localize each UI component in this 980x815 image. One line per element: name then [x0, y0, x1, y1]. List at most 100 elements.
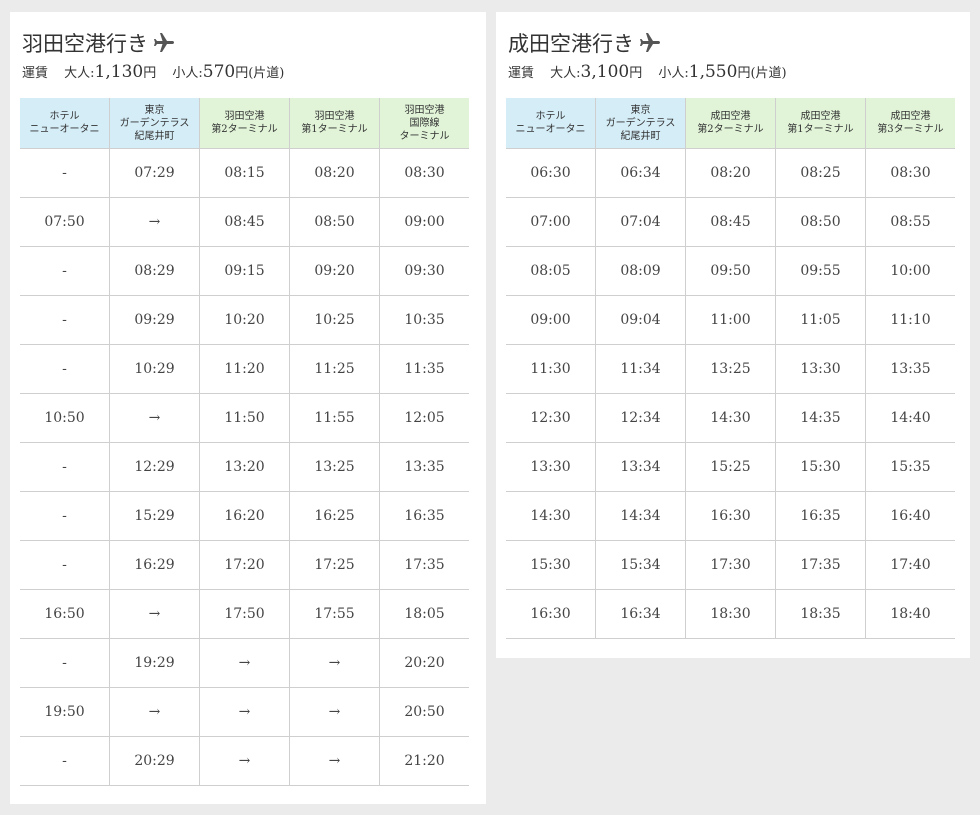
- time-cell: 16:30: [506, 589, 596, 639]
- time-cell: -: [20, 295, 110, 345]
- time-cell: 14:30: [506, 491, 596, 541]
- time-cell: -: [20, 148, 110, 198]
- table-row: 11:30 11:34 13:25 13:30 13:35: [506, 344, 955, 394]
- time-cell: 11:30: [506, 344, 596, 394]
- time-cell: 08:20: [685, 148, 776, 198]
- time-cell: 12:29: [109, 442, 200, 492]
- time-cell: 13:25: [685, 344, 776, 394]
- time-cell: →: [109, 393, 200, 443]
- time-cell: →: [199, 736, 290, 786]
- time-cell: 14:30: [685, 393, 776, 443]
- time-cell: 08:45: [685, 197, 776, 247]
- time-cell: →: [109, 589, 200, 639]
- column-header: 東京 ガーデンテラス 紀尾井町: [109, 98, 200, 149]
- time-cell: 20:29: [109, 736, 200, 786]
- oneway-label: (片道): [248, 66, 285, 81]
- time-cell: 13:25: [289, 442, 380, 492]
- column-header: 成田空港 第1ターミナル: [775, 98, 866, 149]
- table-row: 10:50 → 11:50 11:55 12:05: [20, 393, 469, 443]
- time-cell: 06:30: [506, 148, 596, 198]
- haneda-fare: 運賃 大人:1,130円 小人:570円(片道): [22, 62, 284, 82]
- time-cell: 08:50: [775, 197, 866, 247]
- time-cell: 15:30: [506, 540, 596, 590]
- time-cell: 17:25: [289, 540, 380, 590]
- column-header: 成田空港 第3ターミナル: [865, 98, 955, 149]
- airplane-icon: [640, 33, 660, 52]
- table-row: -12:29 13:20 13:25 13:35: [20, 442, 469, 492]
- time-cell: 09:20: [289, 246, 380, 296]
- oneway-label: (片道): [750, 66, 787, 81]
- table-row: -16:29 17:20 17:25 17:35: [20, 540, 469, 590]
- table-row: 15:30 15:34 17:30 17:35 17:40: [506, 540, 955, 590]
- column-header: 成田空港 第2ターミナル: [685, 98, 776, 149]
- time-cell: 09:55: [775, 246, 866, 296]
- time-cell: →: [289, 638, 380, 688]
- time-cell: 16:40: [865, 491, 955, 541]
- adult-label: 大人:: [550, 66, 581, 81]
- time-cell: 11:25: [289, 344, 380, 394]
- time-cell: →: [289, 736, 380, 786]
- time-cell: 20:20: [379, 638, 469, 688]
- time-cell: 07:04: [595, 197, 686, 247]
- time-cell: 19:29: [109, 638, 200, 688]
- time-cell: 13:30: [775, 344, 866, 394]
- time-cell: 12:34: [595, 393, 686, 443]
- fare-label: 運賃: [22, 66, 49, 81]
- child-label: 小人:: [658, 66, 689, 81]
- time-cell: 11:50: [199, 393, 290, 443]
- panel-title: 羽田空港行き: [22, 28, 176, 58]
- time-cell: 08:25: [775, 148, 866, 198]
- time-cell: 16:35: [775, 491, 866, 541]
- time-cell: 17:50: [199, 589, 290, 639]
- table-row: 13:30 13:34 15:25 15:30 15:35: [506, 442, 955, 492]
- time-cell: 10:00: [865, 246, 955, 296]
- time-cell: →: [109, 197, 200, 247]
- time-cell: 10:50: [20, 393, 110, 443]
- haneda-title: 羽田空港行き: [22, 32, 148, 56]
- time-cell: 08:15: [199, 148, 290, 198]
- table-row: 06:30 06:34 08:20 08:25 08:30: [506, 148, 955, 198]
- time-cell: 18:40: [865, 589, 955, 639]
- adult-price: 3,100: [580, 62, 630, 82]
- time-cell: 13:20: [199, 442, 290, 492]
- time-cell: 16:30: [685, 491, 776, 541]
- time-cell: 15:34: [595, 540, 686, 590]
- time-cell: -: [20, 344, 110, 394]
- time-cell: 07:50: [20, 197, 110, 247]
- time-cell: 11:34: [595, 344, 686, 394]
- table-row: 16:50 → 17:50 17:55 18:05: [20, 589, 469, 639]
- child-price: 570: [202, 62, 236, 82]
- table-row: 08:05 08:09 09:50 09:55 10:00: [506, 246, 955, 296]
- time-cell: 14:35: [775, 393, 866, 443]
- time-cell: -: [20, 246, 110, 296]
- time-cell: 07:29: [109, 148, 200, 198]
- time-cell: 10:20: [199, 295, 290, 345]
- child-price: 1,550: [688, 62, 738, 82]
- time-cell: 13:35: [865, 344, 955, 394]
- time-cell: 17:20: [199, 540, 290, 590]
- time-cell: 10:35: [379, 295, 469, 345]
- time-cell: 13:35: [379, 442, 469, 492]
- time-cell: 15:30: [775, 442, 866, 492]
- time-cell: 08:45: [199, 197, 290, 247]
- time-cell: 08:50: [289, 197, 380, 247]
- narita-fare: 運賃 大人:3,100円 小人:1,550円(片道): [508, 62, 787, 82]
- time-cell: 16:20: [199, 491, 290, 541]
- table-row: -07:29 08:15 08:20 08:30: [20, 148, 469, 198]
- time-cell: 09:00: [379, 197, 469, 247]
- table-row: -20:29 → → 21:20: [20, 736, 469, 786]
- yen-label: 円: [143, 66, 157, 81]
- table-header-row: ホテル ニューオータニ 東京 ガーデンテラス 紀尾井町 羽田空港 第2ターミナル 羽田…: [20, 98, 469, 149]
- time-cell: 08:20: [289, 148, 380, 198]
- table-row: 19:50 → → → 20:50: [20, 687, 469, 737]
- time-cell: 17:55: [289, 589, 380, 639]
- time-cell: 17:30: [685, 540, 776, 590]
- adult-label: 大人:: [64, 66, 95, 81]
- column-header: ホテル ニューオータニ: [506, 98, 596, 149]
- time-cell: 11:35: [379, 344, 469, 394]
- time-cell: 09:04: [595, 295, 686, 345]
- time-cell: -: [20, 736, 110, 786]
- time-cell: 16:50: [20, 589, 110, 639]
- table-row: -10:29 11:20 11:25 11:35: [20, 344, 469, 394]
- time-cell: 16:35: [379, 491, 469, 541]
